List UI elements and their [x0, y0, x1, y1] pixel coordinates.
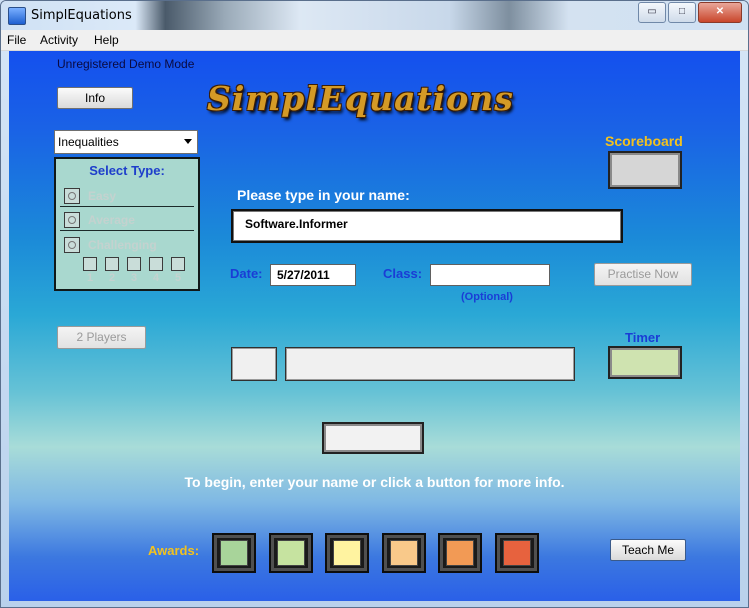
name-prompt: Please type in your name: — [237, 187, 410, 203]
equation-left-box — [231, 347, 277, 381]
class-optional-note: (Optional) — [461, 291, 513, 303]
answer-box[interactable] — [322, 422, 424, 454]
class-field[interactable] — [430, 264, 550, 286]
timer-display — [608, 346, 682, 379]
level-checkbox-4[interactable] — [149, 257, 163, 271]
date-label: Date: — [230, 266, 263, 281]
award-badge-fill — [333, 540, 361, 566]
type-option-easy[interactable]: Easy — [60, 184, 194, 207]
award-badge-fill — [390, 540, 418, 566]
level-number: 1 — [86, 272, 94, 284]
select-type-panel: Select Type: Easy Average Challenging 1 … — [54, 157, 200, 291]
app-logo: SimplEquations — [207, 79, 514, 118]
menu-bar: File Activity Help — [1, 30, 748, 51]
level-checkbox-5[interactable] — [171, 257, 185, 271]
date-field[interactable]: 5/27/2011 — [270, 264, 356, 286]
name-input-value: Software.Informer — [245, 217, 348, 231]
type-option-label: Challenging — [88, 238, 157, 252]
level-checkbox-3[interactable] — [127, 257, 141, 271]
timer-label: Timer — [625, 330, 661, 345]
level-number: 2 — [108, 272, 116, 284]
date-value: 5/27/2011 — [277, 268, 330, 282]
awards-label: Awards: — [148, 543, 200, 558]
award-badge-fill — [446, 540, 474, 566]
type-option-average[interactable]: Average — [60, 208, 194, 231]
maximize-icon[interactable]: □ — [668, 2, 696, 23]
teach-me-button[interactable]: Teach Me — [610, 539, 686, 561]
radio-easy[interactable] — [64, 188, 80, 204]
level-number: 4 — [152, 272, 160, 284]
chevron-down-icon — [184, 139, 192, 144]
class-label: Class: — [383, 266, 423, 281]
menu-file[interactable]: File — [7, 33, 26, 47]
type-dropdown[interactable]: Inequalities — [54, 130, 198, 154]
minimize-icon[interactable]: ▭ — [638, 2, 666, 23]
award-badge-fill — [503, 540, 531, 566]
level-number: 5 — [174, 272, 182, 284]
type-option-label: Easy — [88, 189, 117, 203]
award-badge-1 — [212, 533, 256, 573]
scoreboard-label: Scoreboard — [605, 133, 683, 149]
award-badge-6 — [495, 533, 539, 573]
radio-challenging[interactable] — [64, 237, 80, 253]
award-badge-2 — [269, 533, 313, 573]
select-type-title: Select Type: — [89, 163, 165, 178]
scoreboard-display — [608, 151, 682, 189]
award-badge-3 — [325, 533, 369, 573]
close-icon[interactable]: ✕ — [698, 2, 742, 23]
name-input[interactable]: Software.Informer — [231, 209, 623, 243]
equation-display — [285, 347, 575, 381]
info-button[interactable]: Info — [57, 87, 133, 109]
level-checkbox-2[interactable] — [105, 257, 119, 271]
app-window: SimplEquations ▭ □ ✕ File Activity Help … — [0, 0, 749, 608]
type-option-label: Average — [88, 213, 135, 227]
level-checkbox-1[interactable] — [83, 257, 97, 271]
instruction-text: To begin, enter your name or click a but… — [184, 474, 565, 490]
app-icon — [8, 7, 26, 25]
type-dropdown-value: Inequalities — [58, 135, 119, 149]
two-players-button[interactable]: 2 Players — [57, 326, 146, 349]
award-badge-fill — [277, 540, 305, 566]
award-badge-4 — [382, 533, 426, 573]
award-badge-fill — [220, 540, 248, 566]
radio-average[interactable] — [64, 212, 80, 228]
title-bar: SimplEquations ▭ □ ✕ — [1, 1, 748, 30]
menu-help[interactable]: Help — [94, 33, 119, 47]
window-title: SimplEquations — [31, 8, 132, 23]
demo-mode-text: Unregistered Demo Mode — [57, 57, 195, 71]
menu-activity[interactable]: Activity — [40, 33, 78, 47]
award-badge-5 — [438, 533, 482, 573]
main-panel: Unregistered Demo Mode Info SimplEquatio… — [9, 51, 740, 601]
practise-now-button[interactable]: Practise Now — [594, 263, 692, 286]
type-option-challenging[interactable]: Challenging — [60, 233, 194, 255]
level-number: 3 — [130, 272, 138, 284]
